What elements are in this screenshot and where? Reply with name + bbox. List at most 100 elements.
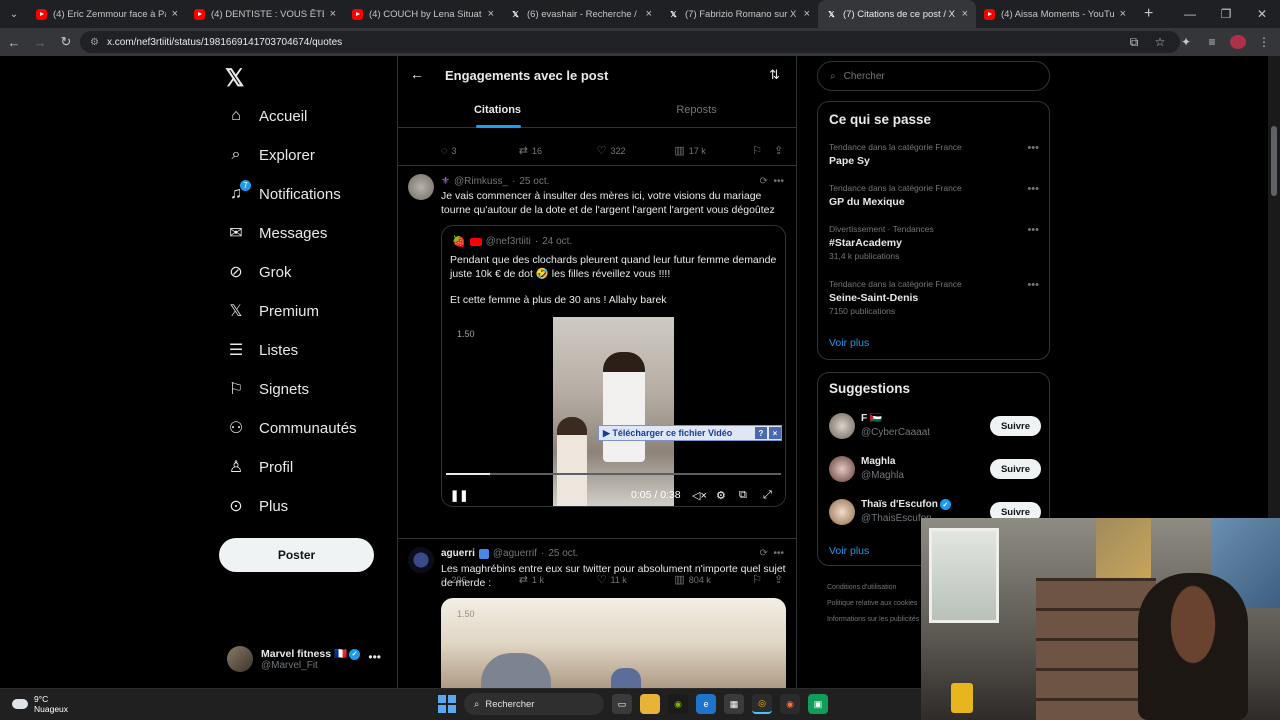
chrome-icon[interactable]: ◎ [752, 694, 772, 714]
share-button[interactable]: ⇪ [774, 144, 786, 157]
more-icon[interactable]: ••• [1027, 183, 1039, 195]
post-handle[interactable]: @aguerrif [493, 548, 537, 559]
post-name[interactable]: aguerri [441, 548, 475, 559]
forward-icon[interactable]: → [28, 30, 52, 54]
close-window-icon[interactable]: ✕ [1244, 0, 1280, 28]
more-icon[interactable]: ••• [368, 650, 381, 664]
search-input[interactable]: ⌕ Chercher [817, 61, 1050, 91]
filter-icon[interactable]: ⇅ [769, 67, 780, 83]
like-button[interactable]: ♡ 322 [597, 144, 675, 157]
help-icon[interactable]: ? [755, 427, 767, 439]
scrollbar-thumb[interactable] [1271, 126, 1277, 196]
sidebar-item-messages[interactable]: ✉ Messages [227, 221, 327, 245]
extensions-icon[interactable]: ✦ [1178, 35, 1194, 49]
sidebar-item-bookmarks[interactable]: ⚐ Signets [227, 377, 309, 401]
profile-avatar[interactable] [1230, 35, 1246, 49]
trend-item[interactable]: Divertissement · Tendances #StarAcademy … [829, 224, 1039, 262]
reply-button[interactable]: ◌ 3 [441, 145, 519, 157]
pause-icon[interactable]: ❚❚ [450, 489, 468, 502]
more-icon[interactable]: ⟳ ••• [760, 548, 784, 559]
back-arrow-icon[interactable]: ← [410, 66, 424, 82]
close-tab-icon[interactable]: × [962, 8, 968, 20]
browser-tab[interactable]: (4) Aissa Moments - YouTube × [976, 0, 1134, 28]
video-progress-bar[interactable] [446, 473, 781, 475]
sidebar-item-communities[interactable]: ⚇ Communautés [227, 416, 357, 440]
trend-item[interactable]: Tendance dans la catégorie France Seine-… [829, 279, 1039, 317]
firefox-icon[interactable]: ◉ [780, 694, 800, 714]
sidebar-item-notifications[interactable]: ♫ 7 Notifications [227, 180, 341, 206]
follow-button[interactable]: Suivre [990, 459, 1041, 479]
sidebar-item-grok[interactable]: ⊘ Grok [227, 260, 291, 284]
weather-widget[interactable]: 9°C Nuageux [12, 694, 68, 714]
close-tab-icon[interactable]: × [330, 8, 336, 20]
repost-button[interactable]: ⇄ 16 [519, 144, 597, 157]
sidebar-item-home[interactable]: ⌂ Accueil [227, 104, 307, 128]
download-video-bar[interactable]: ▶ Télécharger ce fichier Vidéo ? × [598, 425, 782, 441]
settings-gear-icon[interactable]: ⚙ [716, 489, 726, 502]
sidebar-item-premium[interactable]: 𝕏 Premium [227, 299, 319, 323]
post-date[interactable]: 25 oct. [548, 548, 578, 559]
app-icon[interactable]: ▣ [808, 694, 828, 714]
reload-icon[interactable]: ↻ [54, 30, 78, 54]
back-icon[interactable]: ← [2, 30, 26, 54]
avatar[interactable] [408, 174, 434, 200]
close-tab-icon[interactable]: × [488, 8, 494, 20]
see-more-link[interactable]: Voir plus [829, 337, 869, 349]
sidebar-item-lists[interactable]: ☰ Listes [227, 338, 298, 362]
avatar[interactable] [408, 547, 434, 573]
footer-link[interactable]: Conditions d'utilisation [827, 580, 919, 596]
picture-in-picture-icon[interactable]: ⧉ [739, 489, 747, 502]
account-switcher[interactable]: Marvel fitness 🇫🇷 ✓ @Marvel_Fit ••• [227, 642, 387, 676]
edge-icon[interactable]: e [696, 694, 716, 714]
address-bar[interactable]: ⚙ x.com/nef3rtiiti/status/19816691417037… [80, 31, 1180, 53]
task-view-icon[interactable]: ▭ [612, 694, 632, 714]
sidebar-item-profile[interactable]: ♙ Profil [227, 455, 293, 479]
video-player[interactable]: 1.50 [441, 598, 786, 688]
browser-tab[interactable]: (4) Eric Zemmour face à Pascal × [28, 0, 186, 28]
new-tab-icon[interactable]: + [1134, 5, 1163, 23]
post-button[interactable]: Poster [219, 538, 374, 572]
video-player[interactable]: 1.50 ▶ Télécharger ce fichier Vidéo ? × ❚… [442, 317, 785, 506]
more-icon[interactable]: ••• [1027, 142, 1039, 154]
close-tab-icon[interactable]: × [172, 8, 178, 20]
mute-icon[interactable]: ◁× [692, 489, 707, 502]
bookmark-star-icon[interactable]: ☆ [1152, 35, 1168, 49]
tab-reposts[interactable]: Reposts [597, 100, 796, 128]
site-info-icon[interactable]: ⚙ [90, 37, 99, 48]
close-tab-icon[interactable]: × [804, 8, 810, 20]
install-app-icon[interactable]: ⧉ [1126, 35, 1142, 50]
sidebar-item-more[interactable]: ⊙ Plus [227, 494, 288, 518]
browser-tab[interactable]: (4) DENTISTE : VOUS ÊTES SALE × [186, 0, 344, 28]
close-tab-icon[interactable]: × [1120, 8, 1126, 20]
post-date[interactable]: 25 oct. [519, 176, 549, 187]
follow-button[interactable]: Suivre [990, 416, 1041, 436]
quote-post[interactable]: aguerri @aguerrif · 25 oct. ⟳ ••• Les ma… [398, 539, 796, 688]
sidebar-item-explore[interactable]: ⌕ Explorer [227, 143, 315, 167]
file-explorer-icon[interactable] [640, 694, 660, 714]
close-icon[interactable]: × [769, 427, 781, 439]
post-handle[interactable]: @Rimkuss_ [454, 176, 508, 187]
x-logo-icon[interactable]: 𝕏 [225, 64, 244, 93]
trend-item[interactable]: Tendance dans la catégorie France GP du … [829, 183, 1039, 210]
footer-link[interactable]: Informations sur les publicités [827, 612, 919, 628]
browser-tab[interactable]: 𝕏 (6) evashair - Recherche / X × [502, 0, 660, 28]
more-icon[interactable]: ••• [1027, 279, 1039, 291]
more-icon[interactable]: ••• [1027, 224, 1039, 236]
fullscreen-icon[interactable]: ⤢ [763, 489, 772, 502]
browser-tab-active[interactable]: 𝕏 (7) Citations de ce post / X × [818, 0, 976, 28]
footer-link[interactable]: Politique relative aux cookies [827, 596, 919, 612]
taskbar-search[interactable]: ⌕ Rechercher [464, 693, 604, 715]
see-more-link[interactable]: Voir plus [829, 545, 869, 557]
nvidia-icon[interactable]: ◉ [668, 694, 688, 714]
store-icon[interactable]: ▦ [724, 694, 744, 714]
views-button[interactable]: ▥ 17 k [674, 144, 752, 157]
trend-item[interactable]: Tendance dans la catégorie France Pape S… [829, 142, 1039, 169]
tab-search-chevron-icon[interactable]: ⌄ [0, 0, 28, 28]
suggestion-item[interactable]: F 🇵🇸 @CyberCaaaat Suivre [829, 413, 1041, 443]
browser-tab[interactable]: (4) COUCH by Lena Situations × [344, 0, 502, 28]
windows-start-icon[interactable] [438, 695, 456, 713]
minimize-icon[interactable]: — [1172, 0, 1208, 28]
quoted-post[interactable]: 🍓 @nef3rtiiti · 24 oct. Pendant que des … [441, 225, 786, 507]
bookmark-button[interactable]: ⚐ [752, 144, 774, 157]
more-icon[interactable]: ⟳ ••• [760, 176, 784, 187]
